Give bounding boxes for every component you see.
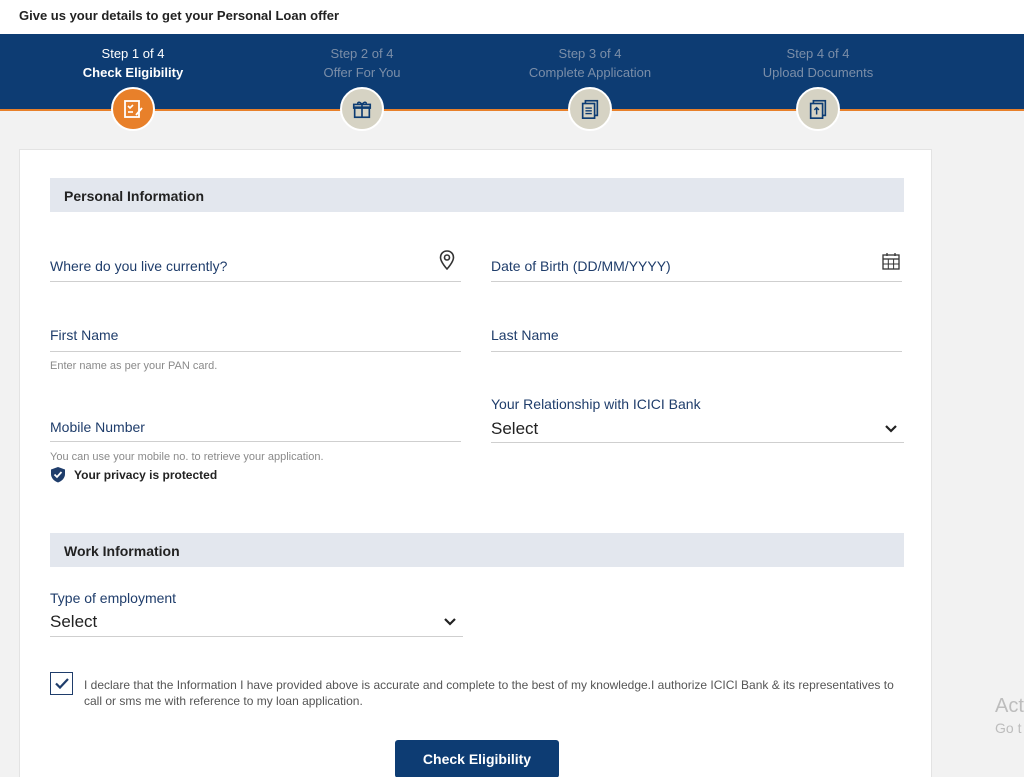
last-name-label: Last Name [491, 327, 559, 343]
calendar-icon[interactable] [882, 252, 900, 270]
work-information-heading: Work Information [50, 533, 904, 567]
watermark-line: Act [995, 695, 1024, 717]
application-form-card: Personal Information Where do you live c… [19, 149, 932, 777]
location-pin-icon[interactable] [439, 250, 455, 270]
step-number: Step 2 of 4 [330, 46, 394, 61]
checklist-icon [111, 87, 155, 131]
progress-stepper: Step 1 of 4 Check Eligibility Step 2 of … [0, 34, 1024, 111]
dob-label: Date of Birth (DD/MM/YYYY) [491, 258, 671, 274]
shield-check-icon [51, 467, 65, 483]
step-number: Step 3 of 4 [558, 46, 622, 61]
step-label: Complete Application [528, 65, 652, 80]
employment-label: Type of employment [50, 590, 177, 606]
step-complete-application: Step 3 of 4 Complete Application [490, 45, 690, 83]
step-label: Check Eligibility [82, 65, 184, 80]
location-label: Where do you live currently? [50, 258, 228, 274]
step-upload-documents: Step 4 of 4 Upload Documents [718, 45, 918, 83]
last-name-field[interactable]: Last Name [491, 322, 902, 352]
page-title: Give us your details to get your Persona… [19, 8, 340, 23]
relationship-label: Your Relationship with ICICI Bank [491, 396, 701, 412]
privacy-text: Your privacy is protected [74, 467, 218, 482]
dob-field[interactable]: Date of Birth (DD/MM/YYYY) [491, 242, 902, 282]
step-check-eligibility: Step 1 of 4 Check Eligibility [33, 45, 233, 83]
step-offer-for-you: Step 2 of 4 Offer For You [262, 45, 462, 83]
step-label: Upload Documents [762, 65, 874, 80]
first-name-helper: Enter name as per your PAN card. [50, 360, 218, 372]
mobile-number-field[interactable]: Mobile Number [50, 414, 461, 442]
employment-select-value: Select [50, 612, 98, 631]
top-header: Give us your details to get your Persona… [0, 0, 1024, 34]
upload-document-icon [796, 87, 840, 131]
location-field[interactable]: Where do you live currently? [50, 242, 461, 282]
section-title: Personal Information [64, 188, 205, 204]
step-number: Step 4 of 4 [786, 46, 850, 61]
gift-icon [340, 87, 384, 131]
first-name-label: First Name [50, 327, 119, 343]
checkmark-icon [54, 678, 69, 690]
mobile-helper: You can use your mobile no. to retrieve … [50, 451, 324, 463]
section-title: Work Information [64, 543, 180, 559]
mobile-label: Mobile Number [50, 419, 145, 435]
privacy-note: Your privacy is protected [50, 466, 217, 483]
chevron-down-icon[interactable] [884, 424, 898, 434]
personal-information-heading: Personal Information [50, 178, 904, 212]
declaration-text: I declare that the Information I have pr… [84, 678, 894, 708]
step-label: Offer For You [323, 65, 401, 80]
relationship-select-value: Select [491, 419, 539, 438]
chevron-down-icon[interactable] [443, 617, 457, 627]
relationship-select[interactable]: Select [491, 416, 904, 443]
windows-activation-watermark: Act Go t [995, 695, 1024, 736]
declaration-checkbox[interactable] [50, 672, 73, 695]
watermark-line: Go t [995, 720, 1022, 736]
employment-type-select[interactable]: Select [50, 609, 463, 637]
step-number: Step 1 of 4 [101, 46, 165, 61]
check-eligibility-button[interactable]: Check Eligibility [395, 740, 559, 777]
document-icon [568, 87, 612, 131]
first-name-field[interactable]: First Name [50, 322, 461, 352]
